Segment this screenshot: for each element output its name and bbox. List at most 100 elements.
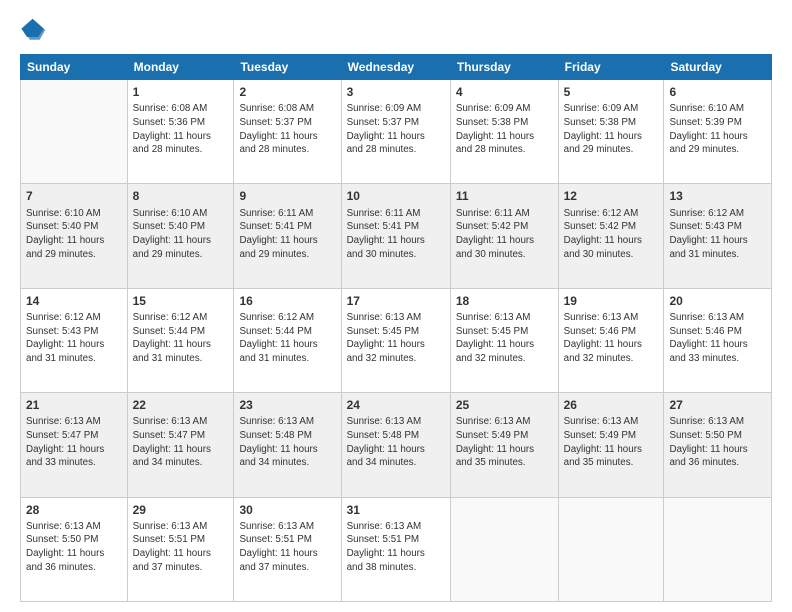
- calendar-cell: 15 Sunrise: 6:12 AM Sunset: 5:44 PM Dayli…: [127, 288, 234, 392]
- calendar-header-thursday: Thursday: [450, 55, 558, 80]
- day-number: 6: [669, 84, 766, 100]
- calendar-header-tuesday: Tuesday: [234, 55, 341, 80]
- page: SundayMondayTuesdayWednesdayThursdayFrid…: [0, 0, 792, 612]
- day-detail: Sunrise: 6:08 AM Sunset: 5:36 PM Dayligh…: [133, 102, 229, 157]
- calendar-week-row: 28 Sunrise: 6:13 AM Sunset: 5:50 PM Dayli…: [21, 497, 772, 601]
- calendar-cell: 3 Sunrise: 6:09 AM Sunset: 5:37 PM Daylig…: [341, 80, 450, 184]
- day-detail: Sunrise: 6:12 AM Sunset: 5:44 PM Dayligh…: [133, 311, 229, 366]
- day-number: 16: [239, 293, 335, 309]
- day-number: 2: [239, 84, 335, 100]
- day-number: 9: [239, 188, 335, 204]
- day-detail: Sunrise: 6:13 AM Sunset: 5:48 PM Dayligh…: [347, 415, 445, 470]
- logo-icon: [20, 16, 48, 44]
- calendar-table: SundayMondayTuesdayWednesdayThursdayFrid…: [20, 54, 772, 602]
- calendar-cell: 14 Sunrise: 6:12 AM Sunset: 5:43 PM Dayli…: [21, 288, 128, 392]
- calendar-cell: 13Sunrise: 6:12 AM Sunset: 5:43 PM Dayli…: [664, 184, 772, 288]
- day-number: 30: [239, 502, 335, 518]
- calendar-cell: [450, 497, 558, 601]
- day-detail: Sunrise: 6:13 AM Sunset: 5:50 PM Dayligh…: [26, 520, 122, 575]
- day-number: 26: [564, 397, 659, 413]
- day-number: 19: [564, 293, 659, 309]
- calendar-header-friday: Friday: [558, 55, 664, 80]
- day-number: 7: [26, 188, 122, 204]
- calendar-cell: 25 Sunrise: 6:13 AM Sunset: 5:49 PM Dayli…: [450, 393, 558, 497]
- day-number: 24: [347, 397, 445, 413]
- calendar-cell: [664, 497, 772, 601]
- day-number: 28: [26, 502, 122, 518]
- day-detail: Sunrise: 6:13 AM Sunset: 5:49 PM Dayligh…: [456, 415, 553, 470]
- calendar-cell: 24 Sunrise: 6:13 AM Sunset: 5:48 PM Dayli…: [341, 393, 450, 497]
- calendar-cell: 30 Sunrise: 6:13 AM Sunset: 5:51 PM Dayli…: [234, 497, 341, 601]
- calendar-cell: 22 Sunrise: 6:13 AM Sunset: 5:47 PM Dayli…: [127, 393, 234, 497]
- day-detail: Sunrise: 6:13 AM Sunset: 5:51 PM Dayligh…: [239, 520, 335, 575]
- calendar-cell: [21, 80, 128, 184]
- calendar-cell: 28 Sunrise: 6:13 AM Sunset: 5:50 PM Dayli…: [21, 497, 128, 601]
- calendar-week-row: 1 Sunrise: 6:08 AM Sunset: 5:36 PM Daylig…: [21, 80, 772, 184]
- day-number: 3: [347, 84, 445, 100]
- calendar-cell: 12Sunrise: 6:12 AM Sunset: 5:42 PM Dayli…: [558, 184, 664, 288]
- calendar-cell: 20 Sunrise: 6:13 AM Sunset: 5:46 PM Dayli…: [664, 288, 772, 392]
- day-detail: Sunrise: 6:13 AM Sunset: 5:46 PM Dayligh…: [564, 311, 659, 366]
- day-detail: Sunrise: 6:13 AM Sunset: 5:45 PM Dayligh…: [456, 311, 553, 366]
- day-detail: Sunrise: 6:13 AM Sunset: 5:50 PM Dayligh…: [669, 415, 766, 470]
- day-number: 22: [133, 397, 229, 413]
- day-detail: Sunrise: 6:13 AM Sunset: 5:49 PM Dayligh…: [564, 415, 659, 470]
- day-detail: Sunrise: 6:13 AM Sunset: 5:47 PM Dayligh…: [133, 415, 229, 470]
- day-detail: Sunrise: 6:13 AM Sunset: 5:47 PM Dayligh…: [26, 415, 122, 470]
- day-number: 29: [133, 502, 229, 518]
- day-detail: Sunrise: 6:13 AM Sunset: 5:46 PM Dayligh…: [669, 311, 766, 366]
- calendar-cell: 11 Sunrise: 6:11 AM Sunset: 5:42 PM Dayli…: [450, 184, 558, 288]
- calendar-header-row: SundayMondayTuesdayWednesdayThursdayFrid…: [21, 55, 772, 80]
- logo: [20, 16, 52, 44]
- calendar-cell: [558, 497, 664, 601]
- day-detail: Sunrise: 6:13 AM Sunset: 5:51 PM Dayligh…: [347, 520, 445, 575]
- day-detail: Sunrise: 6:13 AM Sunset: 5:48 PM Dayligh…: [239, 415, 335, 470]
- day-detail: Sunrise: 6:12 AM Sunset: 5:44 PM Dayligh…: [239, 311, 335, 366]
- calendar-cell: 21Sunrise: 6:13 AM Sunset: 5:47 PM Dayli…: [21, 393, 128, 497]
- day-number: 14: [26, 293, 122, 309]
- day-detail: Sunrise: 6:12 AM Sunset: 5:42 PM Dayligh…: [564, 207, 659, 262]
- calendar-week-row: 21Sunrise: 6:13 AM Sunset: 5:47 PM Dayli…: [21, 393, 772, 497]
- day-detail: Sunrise: 6:11 AM Sunset: 5:42 PM Dayligh…: [456, 207, 553, 262]
- day-detail: Sunrise: 6:08 AM Sunset: 5:37 PM Dayligh…: [239, 102, 335, 157]
- day-number: 25: [456, 397, 553, 413]
- day-number: 8: [133, 188, 229, 204]
- day-detail: Sunrise: 6:09 AM Sunset: 5:37 PM Dayligh…: [347, 102, 445, 157]
- calendar-cell: 7 Sunrise: 6:10 AM Sunset: 5:40 PM Daylig…: [21, 184, 128, 288]
- calendar-cell: 19 Sunrise: 6:13 AM Sunset: 5:46 PM Dayli…: [558, 288, 664, 392]
- day-number: 27: [669, 397, 766, 413]
- day-number: 11: [456, 188, 553, 204]
- calendar-cell: 17 Sunrise: 6:13 AM Sunset: 5:45 PM Dayli…: [341, 288, 450, 392]
- day-number: 13: [669, 188, 766, 204]
- calendar-cell: 8 Sunrise: 6:10 AM Sunset: 5:40 PM Daylig…: [127, 184, 234, 288]
- day-number: 5: [564, 84, 659, 100]
- calendar-cell: 31 Sunrise: 6:13 AM Sunset: 5:51 PM Dayli…: [341, 497, 450, 601]
- calendar-cell: 23Sunrise: 6:13 AM Sunset: 5:48 PM Dayli…: [234, 393, 341, 497]
- day-number: 4: [456, 84, 553, 100]
- day-detail: Sunrise: 6:13 AM Sunset: 5:45 PM Dayligh…: [347, 311, 445, 366]
- calendar-cell: 9 Sunrise: 6:11 AM Sunset: 5:41 PM Daylig…: [234, 184, 341, 288]
- day-detail: Sunrise: 6:09 AM Sunset: 5:38 PM Dayligh…: [564, 102, 659, 157]
- header: [20, 16, 772, 44]
- calendar-week-row: 14 Sunrise: 6:12 AM Sunset: 5:43 PM Dayli…: [21, 288, 772, 392]
- calendar-header-sunday: Sunday: [21, 55, 128, 80]
- calendar-week-row: 7 Sunrise: 6:10 AM Sunset: 5:40 PM Daylig…: [21, 184, 772, 288]
- calendar-header-monday: Monday: [127, 55, 234, 80]
- calendar-cell: 10Sunrise: 6:11 AM Sunset: 5:41 PM Dayli…: [341, 184, 450, 288]
- calendar-cell: 16 Sunrise: 6:12 AM Sunset: 5:44 PM Dayli…: [234, 288, 341, 392]
- day-number: 15: [133, 293, 229, 309]
- calendar-cell: 27 Sunrise: 6:13 AM Sunset: 5:50 PM Dayli…: [664, 393, 772, 497]
- day-number: 1: [133, 84, 229, 100]
- day-number: 31: [347, 502, 445, 518]
- calendar-cell: 4Sunrise: 6:09 AM Sunset: 5:38 PM Daylig…: [450, 80, 558, 184]
- day-detail: Sunrise: 6:10 AM Sunset: 5:40 PM Dayligh…: [133, 207, 229, 262]
- day-number: 17: [347, 293, 445, 309]
- day-detail: Sunrise: 6:10 AM Sunset: 5:40 PM Dayligh…: [26, 207, 122, 262]
- day-detail: Sunrise: 6:10 AM Sunset: 5:39 PM Dayligh…: [669, 102, 766, 157]
- day-detail: Sunrise: 6:12 AM Sunset: 5:43 PM Dayligh…: [26, 311, 122, 366]
- day-detail: Sunrise: 6:13 AM Sunset: 5:51 PM Dayligh…: [133, 520, 229, 575]
- day-detail: Sunrise: 6:11 AM Sunset: 5:41 PM Dayligh…: [239, 207, 335, 262]
- day-number: 20: [669, 293, 766, 309]
- calendar-header-wednesday: Wednesday: [341, 55, 450, 80]
- calendar-cell: 6 Sunrise: 6:10 AM Sunset: 5:39 PM Daylig…: [664, 80, 772, 184]
